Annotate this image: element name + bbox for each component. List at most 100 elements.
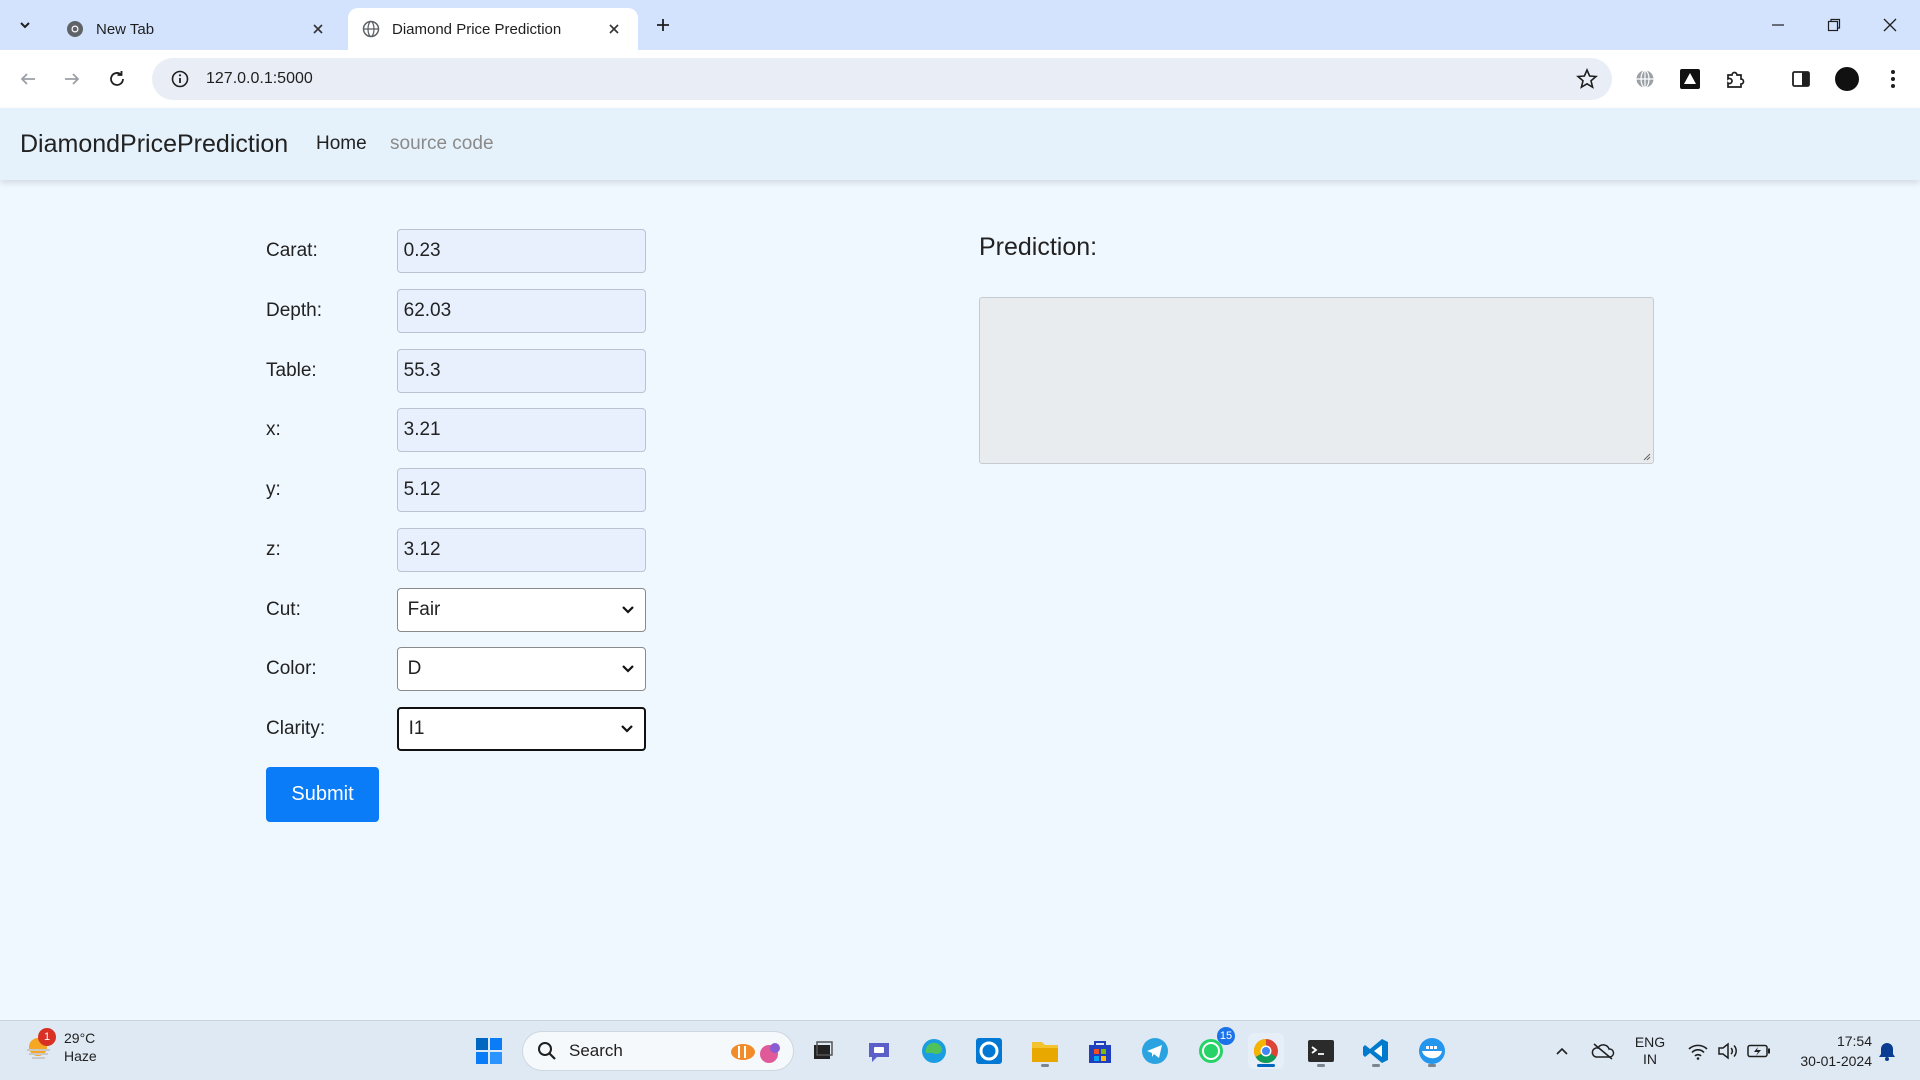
tab-new-tab[interactable]: New Tab bbox=[52, 8, 342, 50]
chevron-down-icon bbox=[19, 22, 30, 29]
weather-widget[interactable]: 1 29°C Haze bbox=[24, 1028, 97, 1065]
prediction-textarea[interactable] bbox=[979, 297, 1654, 464]
language-bottom: IN bbox=[1643, 1051, 1657, 1067]
arrow-left-icon bbox=[20, 73, 35, 85]
browser-toolbar: 127.0.0.1:5000 bbox=[0, 50, 1920, 108]
y-label: y: bbox=[266, 479, 281, 500]
clarity-select[interactable]: I1 bbox=[396, 707, 646, 751]
forward-button[interactable] bbox=[57, 64, 87, 94]
weather-badge: 1 bbox=[38, 1028, 56, 1046]
running-indicator bbox=[1372, 1064, 1380, 1067]
running-indicator bbox=[1428, 1064, 1436, 1067]
teams-chat-icon[interactable] bbox=[861, 1033, 897, 1069]
more-options-icon[interactable] bbox=[1878, 64, 1908, 94]
notifications-icon[interactable] bbox=[1872, 1021, 1902, 1080]
weather-desc: Haze bbox=[64, 1048, 97, 1064]
task-view-icon[interactable] bbox=[805, 1033, 841, 1069]
cut-label: Cut: bbox=[266, 599, 301, 620]
carat-row: Carat: 0.23 bbox=[266, 229, 646, 273]
tab-title: New Tab bbox=[96, 20, 155, 38]
microsoft-store-icon[interactable] bbox=[1082, 1033, 1118, 1069]
docker-icon[interactable] bbox=[1414, 1033, 1450, 1069]
close-window-button[interactable] bbox=[1870, 8, 1910, 42]
plus-icon bbox=[657, 19, 669, 31]
z-row: z: 3.12 bbox=[266, 528, 646, 572]
color-select[interactable]: D bbox=[396, 647, 646, 691]
brand-link[interactable]: DiamondPricePrediction bbox=[20, 130, 288, 159]
tab-search-button[interactable] bbox=[6, 10, 43, 40]
carat-input[interactable]: 0.23 bbox=[396, 229, 646, 273]
chrome-icon bbox=[67, 21, 83, 37]
depth-label: Depth: bbox=[266, 300, 322, 321]
side-panel-icon[interactable] bbox=[1786, 64, 1816, 94]
windows-icon bbox=[476, 1038, 502, 1064]
submit-button[interactable]: Submit bbox=[266, 767, 379, 822]
extension-icon[interactable] bbox=[1675, 64, 1705, 94]
terminal-icon[interactable] bbox=[1303, 1033, 1339, 1069]
table-label: Table: bbox=[266, 360, 317, 381]
y-input[interactable]: 5.12 bbox=[396, 468, 646, 512]
back-button[interactable] bbox=[13, 64, 43, 94]
reload-button[interactable] bbox=[102, 64, 132, 94]
chrome-taskbar-icon[interactable] bbox=[1248, 1033, 1284, 1069]
file-explorer-icon[interactable] bbox=[1027, 1033, 1063, 1069]
telegram-icon[interactable] bbox=[1137, 1033, 1173, 1069]
cut-select[interactable]: Fair bbox=[396, 588, 646, 632]
taskbar-search[interactable]: Search bbox=[522, 1031, 794, 1071]
weather-temp: 29°C bbox=[64, 1030, 96, 1046]
x-input[interactable]: 3.21 bbox=[396, 408, 646, 452]
address-bar[interactable]: 127.0.0.1:5000 bbox=[152, 58, 1612, 100]
tab-diamond-price-prediction[interactable]: Diamond Price Prediction bbox=[348, 8, 638, 50]
table-row: Table: 55.3 bbox=[266, 349, 646, 393]
chevron-down-icon bbox=[622, 665, 634, 673]
color-label: Color: bbox=[266, 658, 317, 679]
clock-date: 30-01-2024 bbox=[1800, 1053, 1872, 1069]
profile-avatar[interactable] bbox=[1832, 64, 1862, 94]
y-row: y: 5.12 bbox=[266, 468, 646, 512]
minimize-button[interactable] bbox=[1758, 8, 1798, 42]
color-value: D bbox=[407, 658, 422, 679]
close-icon[interactable] bbox=[604, 19, 624, 39]
cortana-icon[interactable] bbox=[971, 1033, 1007, 1069]
nav-link-source-code[interactable]: source code bbox=[390, 133, 494, 155]
language-indicator[interactable]: ENG IN bbox=[1630, 1021, 1670, 1080]
star-icon[interactable] bbox=[1576, 68, 1598, 90]
color-row: Color: D bbox=[266, 647, 646, 691]
running-indicator bbox=[1041, 1064, 1049, 1067]
search-icon bbox=[538, 1042, 556, 1060]
edge-icon[interactable] bbox=[916, 1033, 952, 1069]
z-input[interactable]: 3.12 bbox=[396, 528, 646, 572]
site-navbar: DiamondPricePrediction Home source code bbox=[0, 108, 1920, 180]
language-top: ENG bbox=[1634, 1034, 1666, 1050]
running-indicator bbox=[1317, 1064, 1325, 1067]
close-icon[interactable] bbox=[308, 19, 328, 39]
x-label: x: bbox=[266, 419, 281, 440]
translate-extension-icon[interactable] bbox=[1630, 64, 1660, 94]
vscode-icon[interactable] bbox=[1358, 1033, 1394, 1069]
extensions-puzzle-icon[interactable] bbox=[1720, 64, 1750, 94]
clock[interactable]: 17:54 30-01-2024 bbox=[1782, 1031, 1872, 1071]
whatsapp-icon[interactable]: 15 bbox=[1193, 1027, 1235, 1069]
table-input[interactable]: 55.3 bbox=[396, 349, 646, 393]
battery-icon[interactable] bbox=[1744, 1021, 1774, 1080]
show-hidden-icons[interactable] bbox=[1548, 1021, 1576, 1080]
site-info-icon[interactable] bbox=[160, 58, 200, 100]
url-text: 127.0.0.1:5000 bbox=[206, 70, 313, 87]
start-button[interactable] bbox=[471, 1033, 507, 1069]
browser-tabstrip: New Tab Diamond Price Prediction bbox=[0, 0, 1920, 50]
minimize-icon bbox=[1772, 24, 1784, 26]
wifi-icon[interactable] bbox=[1684, 1021, 1712, 1080]
y-value: 5.12 bbox=[403, 479, 441, 500]
tab-title: Diamond Price Prediction bbox=[392, 20, 562, 38]
z-value: 3.12 bbox=[403, 539, 441, 560]
resize-grip-icon[interactable] bbox=[1641, 451, 1651, 461]
onedrive-icon[interactable] bbox=[1588, 1021, 1618, 1080]
arrow-right-icon bbox=[65, 73, 80, 85]
new-tab-button[interactable] bbox=[650, 12, 676, 38]
chevron-down-icon bbox=[621, 725, 633, 733]
restore-button[interactable] bbox=[1814, 8, 1854, 42]
nav-link-home[interactable]: Home bbox=[316, 133, 367, 155]
depth-input[interactable]: 62.03 bbox=[396, 289, 646, 333]
volume-icon[interactable] bbox=[1714, 1021, 1742, 1080]
prediction-heading: Prediction: bbox=[979, 233, 1098, 261]
